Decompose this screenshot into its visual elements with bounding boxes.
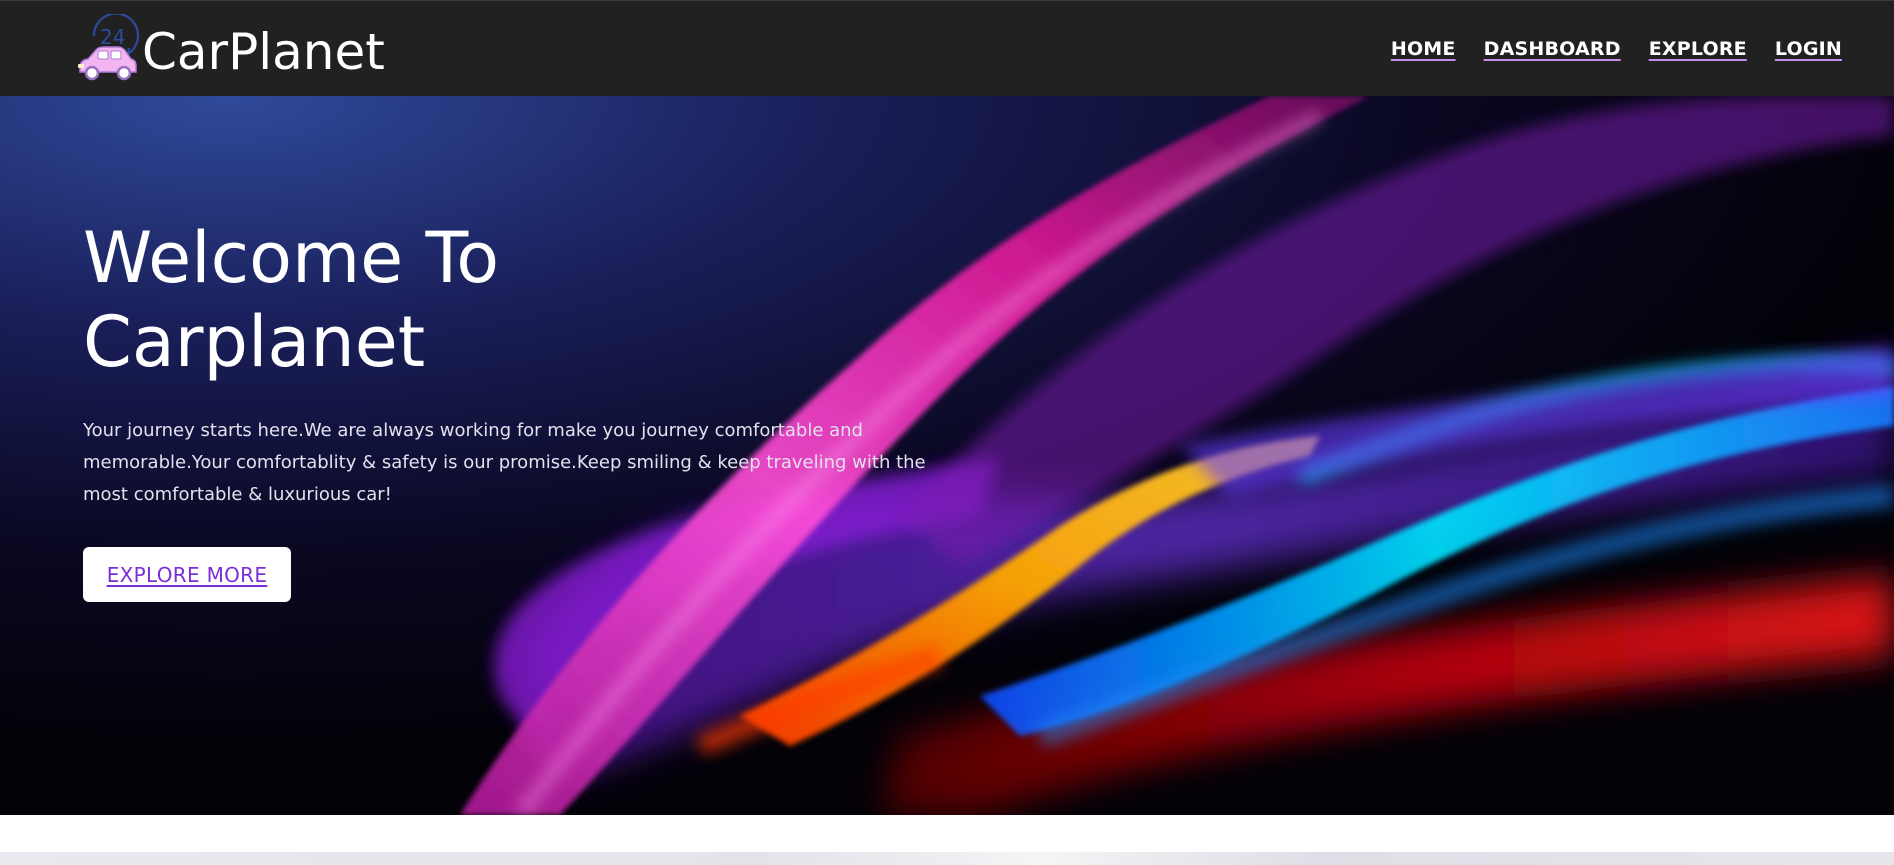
explore-more-label: EXPLORE MORE (106, 562, 268, 587)
hero-title: Welcome To Carplanet (83, 216, 683, 384)
next-section (0, 815, 1894, 865)
car-24-hours-icon: 24 (76, 14, 142, 84)
top-navbar: 24 CarPlanet HOME DASHBOARD EXPLORE LOGI… (0, 0, 1894, 96)
nav-link-explore[interactable]: EXPLORE (1649, 38, 1747, 60)
next-section-background (0, 852, 1894, 865)
svg-text:24: 24 (100, 25, 125, 49)
explore-more-button[interactable]: EXPLORE MORE (83, 547, 291, 602)
hero-description: Your journey starts here.We are always w… (83, 420, 926, 505)
nav-link-login[interactable]: LOGIN (1775, 38, 1842, 60)
main-nav: HOME DASHBOARD EXPLORE LOGIN (1363, 1, 1842, 97)
hero-section: Welcome To Carplanet Your journey starts… (0, 96, 1894, 815)
brand-name: CarPlanet (142, 23, 385, 81)
nav-link-home[interactable]: HOME (1391, 38, 1456, 60)
hero-title-line2: Carplanet (83, 301, 426, 383)
brand-home-link[interactable]: 24 CarPlanet (76, 9, 385, 89)
nav-link-dashboard[interactable]: DASHBOARD (1484, 38, 1621, 60)
hero-title-line1: Welcome To (83, 217, 500, 299)
